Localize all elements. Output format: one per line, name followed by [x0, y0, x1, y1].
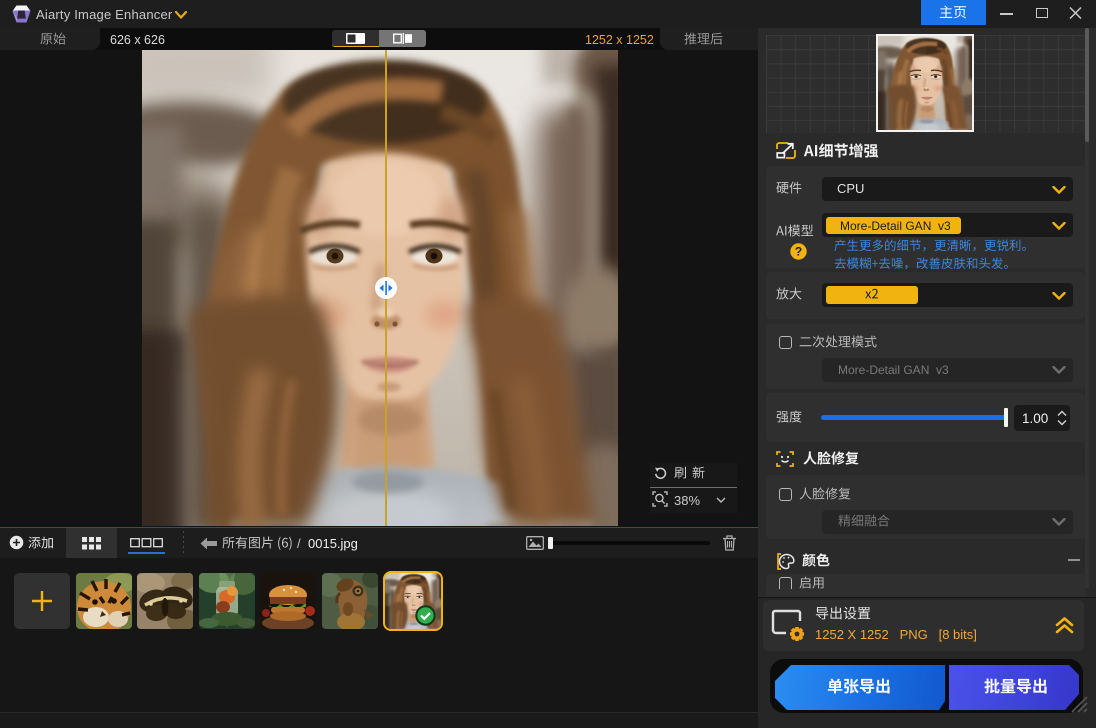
svg-text:?: ? — [795, 245, 802, 259]
